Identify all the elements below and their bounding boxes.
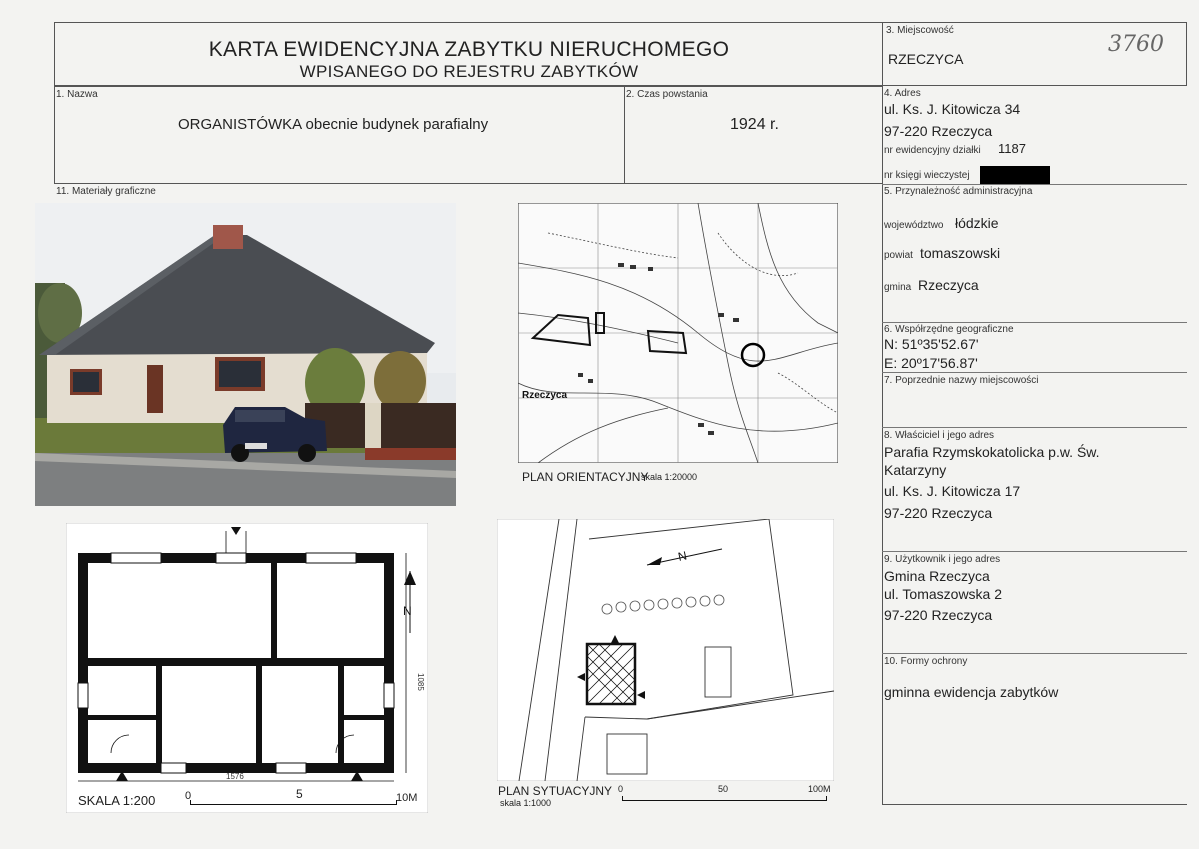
coords-n: N: 51º35'52.67' [884, 336, 979, 352]
protection-value: gminna ewidencja zabytków [884, 684, 1059, 700]
owner-line4: 97-220 Rzeczyca [884, 505, 993, 521]
commune-label: gmina [884, 282, 912, 293]
divider [882, 551, 1187, 552]
floor-scale-bar [190, 800, 397, 805]
address-line1: ul. Ks. J. Kitowicza 34 [884, 101, 1021, 117]
building-photo [35, 203, 456, 506]
owner-line3: ul. Ks. J. Kitowicza 17 [884, 483, 1021, 499]
former-names-label: 7. Poprzednie nazwy miejscowości [884, 375, 1039, 386]
name-cell [54, 86, 625, 184]
site-plan: N [496, 518, 835, 782]
floor-scale-tick-10: 10M [396, 792, 418, 804]
name-label: 1. Nazwa [56, 89, 98, 100]
name-value: ORGANISTÓWKA obecnie budynek parafialny [178, 116, 489, 133]
place-label: 3. Miejscowość [886, 25, 954, 36]
owner-line2: Katarzyny [884, 462, 947, 478]
place-value: RZECZYCA [888, 51, 964, 67]
user-line3: 97-220 Rzeczyca [884, 607, 993, 623]
date-cell [624, 86, 883, 184]
floor-scale-tick-5: 5 [296, 787, 303, 801]
orientation-plan-caption: PLAN ORIENTACYJNY [522, 470, 649, 484]
redaction-bar [980, 166, 1050, 184]
parcel-value: 1187 [998, 141, 1026, 156]
book-label: nr księgi wieczystej [884, 170, 970, 181]
orientation-plan-scale: skala 1:20000 [641, 472, 698, 482]
site-plan-scale: skala 1:1000 [500, 798, 552, 808]
divider [882, 184, 1187, 185]
site-scale-tick-50: 50 [718, 784, 729, 794]
user-label: 9. Użytkownik i jego adres [884, 554, 1001, 565]
coords-e: E: 20º17'56.87' [884, 355, 978, 371]
voivodeship-value: łódzkie [955, 215, 999, 231]
divider [882, 804, 1187, 805]
protection-label: 10. Formy ochrony [884, 656, 968, 667]
floor-width-dim: 1576 [226, 772, 244, 781]
county-value: tomaszowski [920, 245, 1001, 261]
voivodeship-label: województwo [884, 220, 944, 231]
card-subtitle: WPISANEGO DO REJESTRU ZABYTKÓW [299, 62, 639, 81]
user-line2: ul. Tomaszowska 2 [884, 586, 1003, 602]
owner-label: 8. Właściciel i jego adres [884, 430, 995, 441]
graphics-label: 11. Materiały graficzne [56, 186, 156, 197]
floor-plan: N 1576 1085 [65, 522, 429, 814]
floor-plan-scale-label: SKALA 1:200 [78, 793, 156, 808]
divider [882, 372, 1187, 373]
map-place-label: Rzeczyca [522, 390, 567, 401]
site-plan-caption: PLAN SYTUACYJNY [498, 784, 613, 798]
right-column-border [882, 86, 883, 805]
date-label: 2. Czas powstania [626, 89, 708, 100]
divider [882, 427, 1187, 428]
commune-value: Rzeczyca [918, 277, 979, 293]
card-title: KARTA EWIDENCYJNA ZABYTKU NIERUCHOMEGO [208, 38, 730, 61]
svg-text:N: N [403, 604, 412, 618]
user-line1: Gmina Rzeczyca [884, 568, 990, 584]
owner-line1: Parafia Rzymskokatolicka p.w. Św. [884, 444, 1100, 460]
date-value: 1924 r. [730, 116, 779, 133]
address-line2: 97-220 Rzeczyca [884, 123, 993, 139]
floor-height-dim: 1085 [416, 673, 425, 691]
parcel-label: nr ewidencyjny działki [884, 145, 981, 156]
site-scale-bar [622, 796, 827, 801]
divider [882, 322, 1187, 323]
heritage-record-card: { "header": { "title_line1": "KARTA EWID… [0, 0, 1199, 849]
divider [882, 653, 1187, 654]
address-label: 4. Adres [884, 88, 921, 99]
admin-label: 5. Przynależność administracyjna [884, 186, 1033, 197]
orientation-plan-map: Rzeczyca [517, 202, 839, 464]
county-label: powiat [884, 250, 913, 261]
floor-scale-tick-0: 0 [185, 790, 192, 802]
site-scale-tick-0: 0 [618, 784, 624, 794]
coords-label: 6. Współrzędne geograficzne [884, 324, 1014, 335]
handwritten-number: 3760 [1108, 32, 1164, 57]
site-scale-tick-100: 100M [808, 784, 831, 794]
